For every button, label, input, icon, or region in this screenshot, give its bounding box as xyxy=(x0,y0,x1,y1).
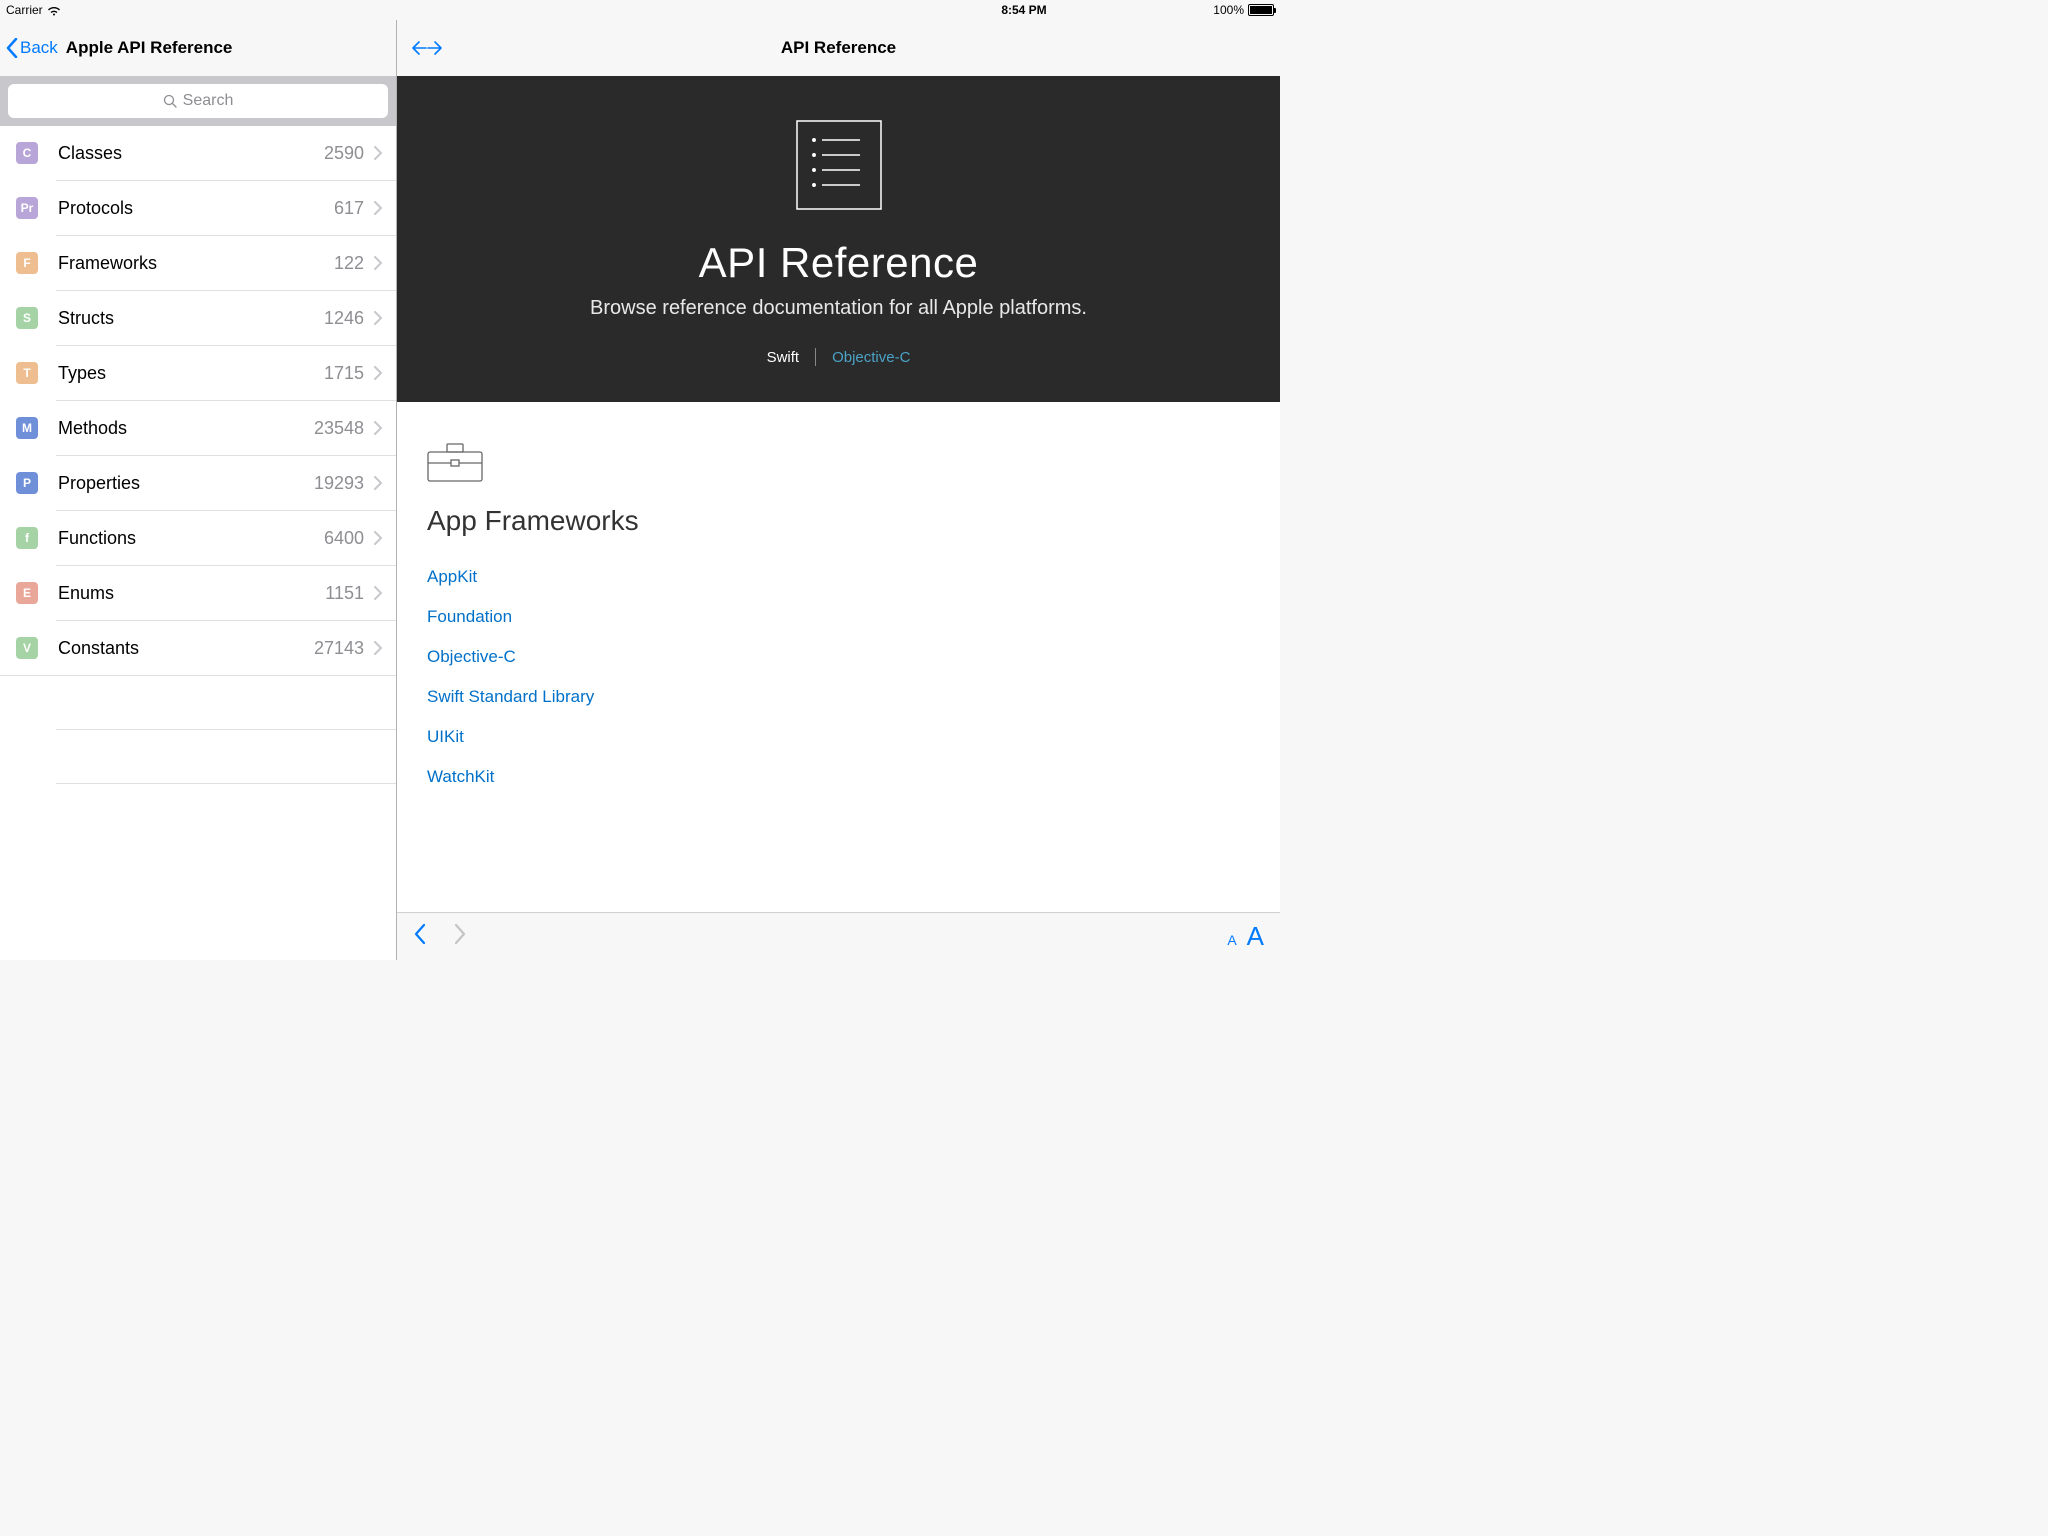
chevron-right-icon xyxy=(374,421,382,435)
row-count: 1715 xyxy=(324,363,364,384)
chevron-right-icon xyxy=(374,146,382,160)
row-label: Protocols xyxy=(58,198,334,219)
category-icon: Pr xyxy=(16,197,38,219)
empty-row xyxy=(56,676,396,730)
text-large-icon: A xyxy=(1247,921,1264,952)
page-forward-button[interactable] xyxy=(454,923,467,951)
row-label: Classes xyxy=(58,143,324,164)
page-back-button[interactable] xyxy=(413,923,426,951)
framework-link[interactable]: UIKit xyxy=(427,717,1250,757)
status-bar: Carrier 8:54 PM 100% xyxy=(0,0,1280,20)
row-count: 1151 xyxy=(325,583,364,604)
framework-link[interactable]: Objective-C xyxy=(427,637,1250,677)
row-count: 6400 xyxy=(324,528,364,549)
row-label: Functions xyxy=(58,528,324,549)
frameworks-section: App Frameworks AppKitFoundationObjective… xyxy=(397,402,1280,912)
wifi-icon xyxy=(47,5,61,15)
language-toggle: Swift Objective-C xyxy=(417,348,1260,366)
sidebar: Back Apple API Reference Search C Classe… xyxy=(0,20,397,960)
category-icon: P xyxy=(16,472,38,494)
framework-link[interactable]: Foundation xyxy=(427,597,1250,637)
row-count: 1246 xyxy=(324,308,364,329)
battery-percent: 100% xyxy=(1213,3,1244,17)
sidebar-nav: Back Apple API Reference xyxy=(0,20,396,76)
row-label: Structs xyxy=(58,308,324,329)
lang-swift[interactable]: Swift xyxy=(767,349,800,366)
search-wrap: Search xyxy=(0,76,396,126)
list-item-properties[interactable]: P Properties 19293 xyxy=(0,456,396,510)
history-arrows-icon xyxy=(411,39,447,57)
list-item-methods[interactable]: M Methods 23548 xyxy=(0,401,396,455)
chevron-right-icon xyxy=(374,201,382,215)
list-item-types[interactable]: T Types 1715 xyxy=(0,346,396,400)
chevron-right-icon xyxy=(374,256,382,270)
document-icon xyxy=(796,120,882,210)
row-count: 23548 xyxy=(314,418,364,439)
section-title: App Frameworks xyxy=(427,505,1250,537)
chevron-right-icon xyxy=(374,366,382,380)
hero-subtitle: Browse reference documentation for all A… xyxy=(417,297,1260,320)
back-button[interactable]: Back xyxy=(6,38,58,58)
list-item-frameworks[interactable]: F Frameworks 122 xyxy=(0,236,396,290)
chevron-left-icon xyxy=(6,38,18,58)
list-item-enums[interactable]: E Enums 1151 xyxy=(0,566,396,620)
row-count: 617 xyxy=(334,198,364,219)
search-icon xyxy=(163,94,177,108)
lang-objc[interactable]: Objective-C xyxy=(832,349,910,366)
row-label: Methods xyxy=(58,418,314,439)
row-count: 2590 xyxy=(324,143,364,164)
content-pane: API Reference API Reference Browse refer… xyxy=(397,20,1280,960)
chevron-right-icon xyxy=(374,641,382,655)
list-item-classes[interactable]: C Classes 2590 xyxy=(0,126,396,180)
search-placeholder: Search xyxy=(183,92,234,110)
empty-row xyxy=(56,730,396,784)
clock: 8:54 PM xyxy=(1001,3,1046,17)
battery-icon xyxy=(1248,4,1274,16)
list-item-constants[interactable]: V Constants 27143 xyxy=(0,621,396,675)
list-item-structs[interactable]: S Structs 1246 xyxy=(0,291,396,345)
toolbox-icon xyxy=(427,442,483,482)
text-size-control[interactable]: A A xyxy=(1227,921,1264,952)
category-icon: C xyxy=(16,142,38,164)
chevron-right-icon xyxy=(374,586,382,600)
row-label: Frameworks xyxy=(58,253,334,274)
content-title: API Reference xyxy=(781,38,896,58)
chevron-right-icon xyxy=(374,311,382,325)
row-label: Properties xyxy=(58,473,314,494)
framework-link[interactable]: WatchKit xyxy=(427,757,1250,797)
sidebar-title: Apple API Reference xyxy=(66,38,233,58)
list-item-protocols[interactable]: Pr Protocols 617 xyxy=(0,181,396,235)
category-icon: T xyxy=(16,362,38,384)
row-count: 122 xyxy=(334,253,364,274)
category-icon: S xyxy=(16,307,38,329)
content-nav: API Reference xyxy=(397,20,1280,76)
row-label: Types xyxy=(58,363,324,384)
hero: API Reference Browse reference documenta… xyxy=(397,76,1280,402)
list-item-functions[interactable]: f Functions 6400 xyxy=(0,511,396,565)
category-icon: M xyxy=(16,417,38,439)
row-count: 27143 xyxy=(314,638,364,659)
category-icon: f xyxy=(16,527,38,549)
row-count: 19293 xyxy=(314,473,364,494)
row-label: Enums xyxy=(58,583,325,604)
row-label: Constants xyxy=(58,638,314,659)
separator xyxy=(815,348,816,366)
category-icon: E xyxy=(16,582,38,604)
framework-links: AppKitFoundationObjective-CSwift Standar… xyxy=(427,557,1250,797)
hero-title: API Reference xyxy=(417,239,1260,287)
bottom-toolbar: A A xyxy=(397,912,1280,960)
chevron-right-icon xyxy=(374,476,382,490)
carrier-label: Carrier xyxy=(6,3,43,17)
category-list: C Classes 2590 Pr Protocols 617 F Framew… xyxy=(0,126,396,784)
search-input[interactable]: Search xyxy=(8,84,388,118)
back-label: Back xyxy=(20,38,58,58)
history-buttons[interactable] xyxy=(411,39,447,57)
text-small-icon: A xyxy=(1227,932,1236,948)
framework-link[interactable]: AppKit xyxy=(427,557,1250,597)
chevron-right-icon xyxy=(374,531,382,545)
category-icon: F xyxy=(16,252,38,274)
framework-link[interactable]: Swift Standard Library xyxy=(427,677,1250,717)
category-icon: V xyxy=(16,637,38,659)
